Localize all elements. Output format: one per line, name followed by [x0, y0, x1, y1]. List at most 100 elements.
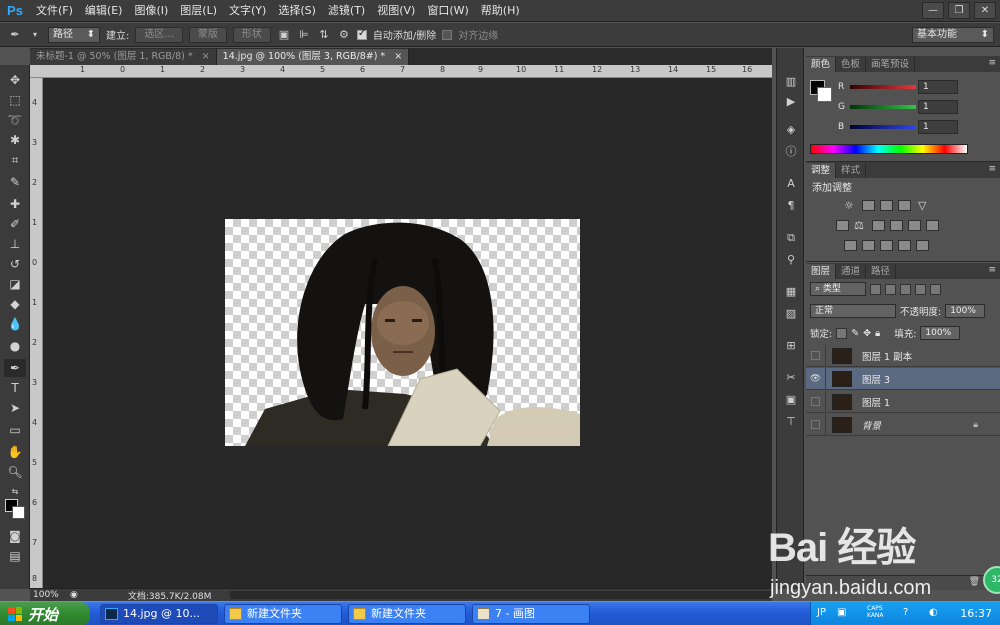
- lock-position-icon[interactable]: ✥: [863, 328, 871, 339]
- menu-filter[interactable]: 滤镜(T): [322, 0, 371, 22]
- type-tool-icon[interactable]: T: [4, 379, 26, 397]
- make-mask-button[interactable]: 蒙版: [188, 26, 227, 43]
- green-value-input[interactable]: 1: [918, 100, 958, 114]
- magic-wand-tool-icon[interactable]: ✱: [4, 131, 26, 149]
- blue-value-input[interactable]: 1: [918, 120, 958, 134]
- menu-select[interactable]: 选择(S): [272, 0, 322, 22]
- auto-add-delete-checkbox[interactable]: [356, 28, 367, 40]
- canvas-workspace[interactable]: [43, 78, 772, 588]
- actions-panel-icon[interactable]: ▶: [782, 94, 800, 110]
- trash-icon[interactable]: 🗑︎: [969, 577, 980, 587]
- blue-slider[interactable]: B: [838, 120, 916, 134]
- red-track[interactable]: [850, 85, 916, 89]
- menu-help[interactable]: 帮助(H): [475, 0, 526, 22]
- posterize-icon[interactable]: [862, 240, 875, 251]
- make-shape-button[interactable]: 形状: [232, 26, 271, 43]
- layer-filter-select[interactable]: ⌕ 类型: [810, 282, 866, 296]
- layer-name[interactable]: 图层 1: [862, 395, 890, 409]
- layer-name[interactable]: 图层 3: [862, 372, 890, 386]
- tool-presets-panel-icon[interactable]: ▦: [782, 284, 800, 300]
- tab-styles[interactable]: 样式: [836, 163, 867, 178]
- layer-row[interactable]: 图层 1: [806, 390, 1000, 413]
- marquee-tool-icon[interactable]: ⬚: [4, 91, 26, 109]
- brightness-contrast-icon[interactable]: ☼: [844, 200, 857, 211]
- pen-tool-icon[interactable]: ✒: [8, 28, 22, 42]
- layer-name[interactable]: 背景: [862, 418, 881, 432]
- vibrance-icon[interactable]: ▽: [918, 200, 931, 211]
- quick-mask-icon[interactable]: ◙: [4, 527, 26, 545]
- selective-color-icon[interactable]: [898, 240, 911, 251]
- dodge-tool-icon[interactable]: ●: [4, 337, 26, 355]
- menu-type[interactable]: 文字(Y): [223, 0, 272, 22]
- color-spectrum-bar[interactable]: [810, 144, 968, 154]
- eyedropper-tool-icon[interactable]: ✎: [4, 173, 26, 191]
- navigator-panel-icon[interactable]: ⊞: [782, 338, 800, 354]
- horizontal-scrollbar[interactable]: [230, 591, 772, 599]
- lock-image-icon[interactable]: ✎: [851, 328, 859, 339]
- taskbar-item-photoshop[interactable]: 14.jpg @ 10...: [100, 604, 218, 624]
- tab-untitled-1[interactable]: 未标题-1 @ 50% (图层 1, RGB/8) * ×: [30, 49, 217, 65]
- screen-mode-icon[interactable]: ▤: [4, 547, 26, 565]
- taskbar-item-folder[interactable]: 新建文件夹: [224, 604, 342, 624]
- ime-icon[interactable]: ▣: [837, 607, 846, 618]
- filter-pixel-icon[interactable]: [870, 283, 881, 295]
- close-icon[interactable]: ×: [202, 51, 210, 62]
- channel-mixer-icon[interactable]: [908, 220, 921, 231]
- exposure-icon[interactable]: [898, 200, 911, 211]
- restore-button[interactable]: ❐: [948, 2, 970, 19]
- pen-mode-select[interactable]: 路径 ⬍: [48, 26, 100, 43]
- filter-shape-icon[interactable]: [915, 283, 926, 295]
- tool-preset-chevron-icon[interactable]: ▾: [28, 28, 42, 42]
- gradient-map-icon[interactable]: [916, 240, 929, 251]
- path-selection-tool-icon[interactable]: ➤: [4, 399, 26, 417]
- red-value-input[interactable]: 1: [918, 80, 958, 94]
- background-color-swatch[interactable]: [12, 506, 25, 519]
- path-operations-icon[interactable]: ▣: [277, 28, 291, 42]
- start-button[interactable]: 开始: [0, 602, 90, 625]
- blue-track[interactable]: [850, 125, 916, 129]
- healing-brush-tool-icon[interactable]: ✚: [4, 195, 26, 213]
- color-lookup-icon[interactable]: [926, 220, 939, 231]
- workspace-select[interactable]: 基本功能 ⬍: [912, 27, 994, 43]
- clock[interactable]: 16:37: [960, 607, 992, 620]
- status-info-icon[interactable]: ◉: [70, 590, 78, 600]
- zoom-level[interactable]: 100%: [30, 590, 64, 600]
- lasso-tool-icon[interactable]: ➰: [4, 111, 26, 129]
- visibility-toggle[interactable]: [806, 390, 826, 413]
- menu-file[interactable]: 文件(F): [30, 0, 79, 22]
- gear-icon[interactable]: ⚙: [337, 28, 351, 42]
- tab-color[interactable]: 颜色: [806, 57, 837, 72]
- input-language[interactable]: JP: [817, 607, 826, 618]
- path-alignment-icon[interactable]: ⊫: [297, 28, 311, 42]
- menu-layer[interactable]: 图层(L): [174, 0, 223, 22]
- black-white-icon[interactable]: [872, 220, 885, 231]
- paint-bucket-tool-icon[interactable]: ◆: [4, 295, 26, 313]
- hand-tool-icon[interactable]: ✋: [4, 443, 26, 461]
- hue-saturation-icon[interactable]: [836, 220, 849, 231]
- menu-edit[interactable]: 编辑(E): [79, 0, 129, 22]
- pen-tool-icon[interactable]: ✒: [4, 359, 26, 377]
- tab-adjustments[interactable]: 调整: [806, 163, 837, 178]
- tab-layers[interactable]: 图层: [806, 264, 837, 279]
- visibility-toggle[interactable]: [806, 413, 826, 436]
- tab-swatches[interactable]: 色板: [836, 57, 867, 72]
- rectangle-tool-icon[interactable]: ▭: [4, 421, 26, 439]
- filter-smart-object-icon[interactable]: [930, 283, 941, 295]
- layer-row[interactable]: 背景 🔒︎: [806, 413, 1000, 436]
- eye-icon[interactable]: 👁︎: [806, 367, 826, 390]
- green-track[interactable]: [850, 105, 916, 109]
- paragraph-panel-icon[interactable]: ¶: [782, 198, 800, 214]
- panel-menu-icon[interactable]: ≡: [988, 164, 996, 174]
- clone-stamp-tool-icon[interactable]: ⊥: [4, 235, 26, 253]
- filter-type-icon[interactable]: [900, 283, 911, 295]
- fill-input[interactable]: 100%: [920, 326, 961, 340]
- minimize-button[interactable]: —: [922, 2, 944, 19]
- help-icon[interactable]: ?: [903, 607, 908, 618]
- menu-image[interactable]: 图像(I): [128, 0, 174, 22]
- network-icon[interactable]: ◐: [929, 607, 938, 618]
- info-panel-icon[interactable]: ⓘ: [782, 144, 800, 160]
- make-selection-button[interactable]: 选区...: [135, 26, 183, 43]
- opacity-input[interactable]: 100%: [945, 304, 986, 318]
- properties-panel-icon[interactable]: ◈: [782, 122, 800, 138]
- threshold-icon[interactable]: [880, 240, 893, 251]
